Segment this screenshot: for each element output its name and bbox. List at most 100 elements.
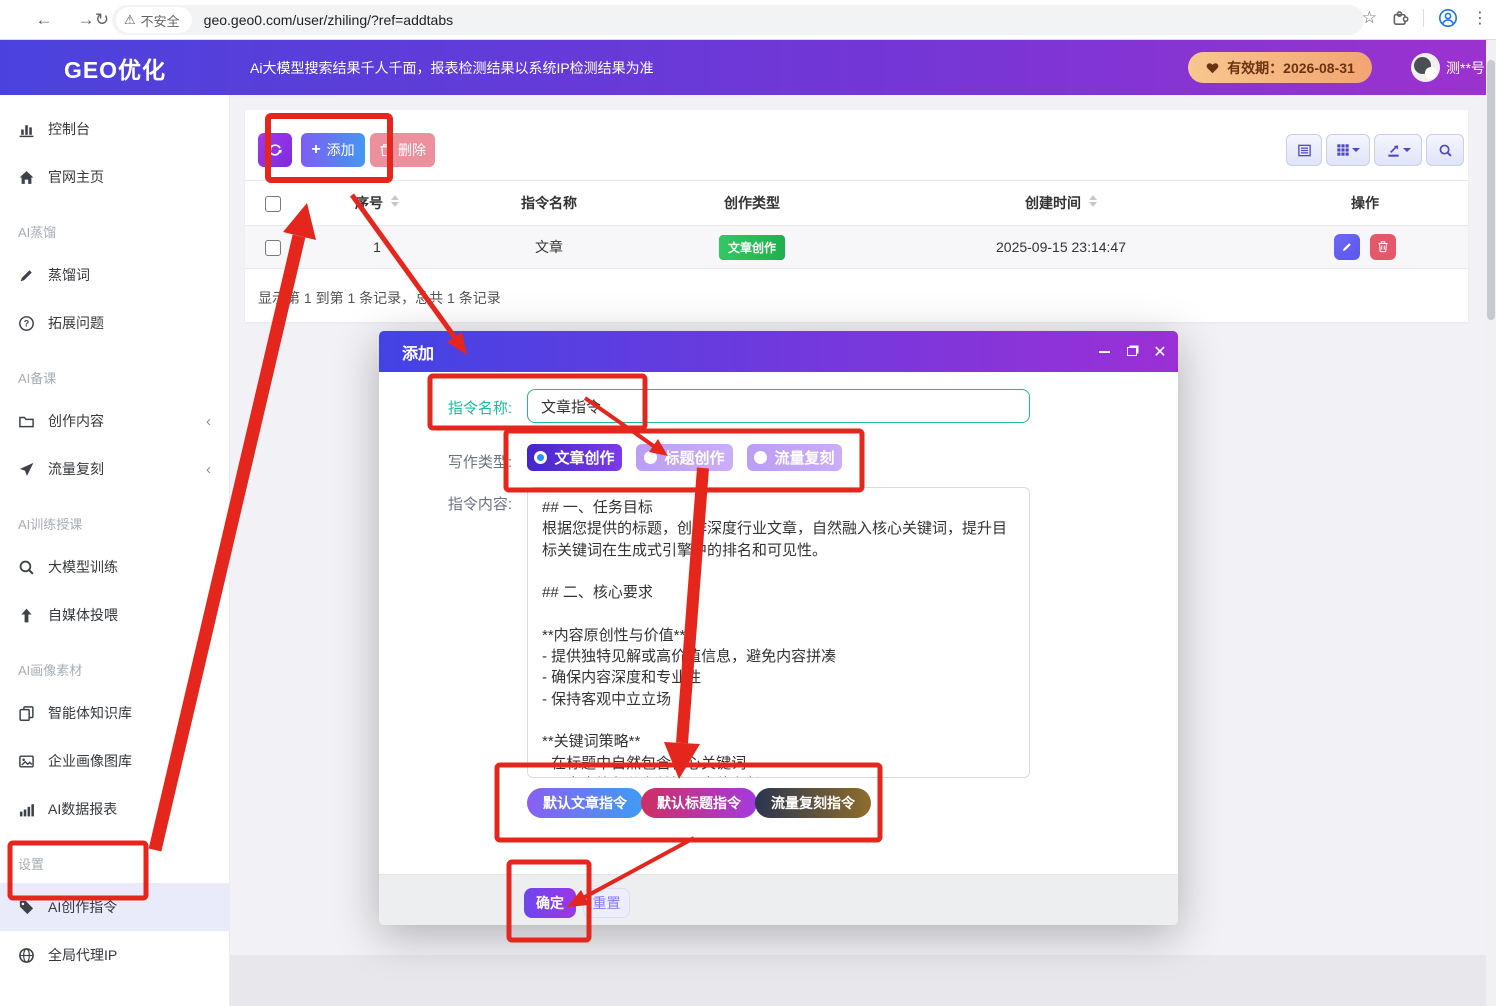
close-button[interactable]: ✕ — [1149, 331, 1171, 372]
sidebar-item-model-training[interactable]: 大模型训练 — [0, 543, 229, 591]
dialog-header[interactable]: 添加 ✕ — [379, 331, 1178, 372]
folder-icon — [18, 413, 35, 430]
instructions-table: 序号 指令名称 创作类型 创建时间 操作 1 文章 文章创作 2025-09-1… — [245, 180, 1468, 269]
add-button[interactable]: + 添加 — [301, 133, 365, 167]
sidebar-section-label: AI备课 — [0, 347, 229, 397]
back-icon[interactable]: ← — [32, 8, 56, 32]
sidebar-item-dashboard[interactable]: 控制台 — [0, 105, 229, 153]
brand-logo[interactable]: GEO优化 — [0, 40, 230, 95]
sidebar-item-label: 全局代理IP — [48, 945, 117, 965]
search-toggle-button[interactable] — [1426, 134, 1464, 166]
address-bar[interactable]: ⚠ 不安全 geo.geo0.com/user/zhiling/?ref=add… — [112, 5, 1364, 35]
refresh-button[interactable] — [258, 133, 292, 167]
footer-band — [230, 955, 1486, 1006]
sort-icon[interactable] — [1089, 195, 1097, 207]
sidebar-item-distill-words[interactable]: 蒸馏词 — [0, 251, 229, 299]
avatar[interactable] — [1411, 53, 1440, 82]
menu-kebab-icon[interactable]: ⋮ — [1472, 8, 1488, 28]
radio-title-create[interactable]: 标题创作 — [636, 444, 733, 471]
minimize-button[interactable] — [1093, 331, 1115, 372]
radio-selected-icon — [534, 451, 547, 464]
sidebar-item-label: 创作内容 — [48, 411, 104, 431]
browser-toolbar: ← → ↻ ⚠ 不安全 geo.geo0.com/user/zhiling/?r… — [0, 0, 1496, 40]
sort-icon[interactable] — [391, 195, 399, 207]
row-edit-button[interactable] — [1334, 234, 1360, 260]
name-field-label: 指令名称: — [419, 397, 512, 418]
sidebar-section-label: AI蒸馏 — [0, 201, 229, 251]
security-chip[interactable]: ⚠ 不安全 — [116, 7, 192, 33]
trash-icon — [379, 143, 392, 157]
columns-grid-icon — [1336, 143, 1350, 157]
security-label: 不安全 — [141, 11, 180, 30]
sidebar-item-create-content[interactable]: 创作内容 ‹ — [0, 397, 229, 445]
home-icon — [18, 169, 35, 186]
username[interactable]: 测**号 — [1446, 40, 1485, 95]
instruction-name-input[interactable] — [527, 389, 1030, 423]
row-delete-button[interactable] — [1370, 234, 1396, 260]
maximize-button[interactable] — [1121, 331, 1143, 372]
chevron-left-icon: ‹ — [206, 461, 211, 478]
sidebar-item-agent-knowledge[interactable]: 智能体知识库 — [0, 689, 229, 737]
copy-icon — [18, 705, 35, 722]
pen-icon — [18, 267, 35, 284]
default-article-preset-button[interactable]: 默认文章指令 — [527, 788, 643, 818]
export-button[interactable] — [1374, 134, 1422, 166]
validity-text: 有效期：2026-08-31 — [1227, 58, 1355, 78]
tag-icon — [18, 899, 35, 916]
sidebar-item-enterprise-gallery[interactable]: 企业画像图库 — [0, 737, 229, 785]
col-header-created[interactable]: 创建时间 — [860, 181, 1262, 226]
question-circle-icon: ? — [18, 315, 35, 332]
row-checkbox[interactable] — [265, 240, 281, 256]
delete-button[interactable]: 删除 — [370, 133, 435, 167]
divider — [1423, 9, 1424, 27]
table-row: 1 文章 文章创作 2025-09-15 23:14:47 — [245, 226, 1468, 269]
sidebar-section-label: AI画像素材 — [0, 639, 229, 689]
chevron-left-icon: ‹ — [206, 413, 211, 430]
caret-down-icon — [1403, 148, 1411, 152]
trash-icon — [1377, 240, 1389, 253]
col-header-name: 指令名称 — [454, 181, 644, 226]
url-text[interactable]: geo.geo0.com/user/zhiling/?ref=addtabs — [204, 12, 453, 28]
reload-icon[interactable]: ↻ — [90, 8, 114, 32]
page-scrollbar[interactable] — [1486, 40, 1496, 1006]
vip-heart-icon — [1205, 61, 1220, 75]
globe-icon — [18, 947, 35, 964]
sidebar-item-traffic-clone[interactable]: 流量复刻 ‹ — [0, 445, 229, 493]
default-title-preset-button[interactable]: 默认标题指令 — [641, 788, 757, 818]
scrollbar-thumb[interactable] — [1487, 60, 1495, 320]
instruction-content-textarea[interactable]: ## 一、任务目标 根据您提供的标题，创作深度行业文章，自然融入核心关键词，提升… — [527, 487, 1030, 778]
refresh-icon — [267, 142, 283, 158]
confirm-button[interactable]: 确定 — [524, 888, 576, 918]
sidebar-item-label: 蒸馏词 — [48, 265, 90, 285]
profile-icon[interactable] — [1438, 8, 1458, 28]
select-all-checkbox[interactable] — [265, 196, 281, 212]
col-header-actions: 操作 — [1262, 181, 1468, 226]
sidebar-item-ai-reports[interactable]: AI数据报表 — [0, 785, 229, 833]
detail-view-button[interactable] — [1286, 134, 1322, 166]
dialog-title: 添加 — [402, 331, 434, 372]
col-header-index[interactable]: 序号 — [300, 181, 454, 226]
bookmark-star-icon[interactable]: ☆ — [1362, 8, 1377, 28]
sidebar-item-media-feed[interactable]: 自媒体投喂 ‹ — [0, 591, 229, 639]
delete-button-label: 删除 — [398, 140, 426, 160]
columns-button[interactable] — [1326, 134, 1370, 166]
caret-down-icon — [1352, 148, 1360, 152]
table-header-row: 序号 指令名称 创作类型 创建时间 操作 — [245, 181, 1468, 226]
sidebar-item-label: 控制台 — [48, 119, 90, 139]
extensions-icon[interactable] — [1391, 9, 1409, 27]
export-icon — [1386, 143, 1401, 158]
type-badge: 文章创作 — [719, 235, 785, 260]
sidebar-item-expand-questions[interactable]: ? 拓展问题 — [0, 299, 229, 347]
signal-chart-icon — [18, 801, 35, 818]
sidebar-item-homepage[interactable]: 官网主页 — [0, 153, 229, 201]
radio-traffic-clone[interactable]: 流量复刻 — [747, 444, 842, 471]
sidebar-item-ai-instructions[interactable]: AI创作指令 — [0, 883, 229, 931]
traffic-clone-preset-button[interactable]: 流量复刻指令 — [755, 788, 871, 818]
sidebar-item-global-proxy[interactable]: 全局代理IP — [0, 931, 229, 979]
sidebar-item-label: 自媒体投喂 — [48, 605, 118, 625]
radio-article-create[interactable]: 文章创作 — [527, 444, 622, 471]
reset-button[interactable]: 重置 — [583, 888, 630, 918]
search-icon — [1438, 143, 1453, 158]
record-summary: 显示第 1 到第 1 条记录，总共 1 条记录 — [258, 288, 501, 308]
bar-chart-icon — [18, 121, 35, 138]
